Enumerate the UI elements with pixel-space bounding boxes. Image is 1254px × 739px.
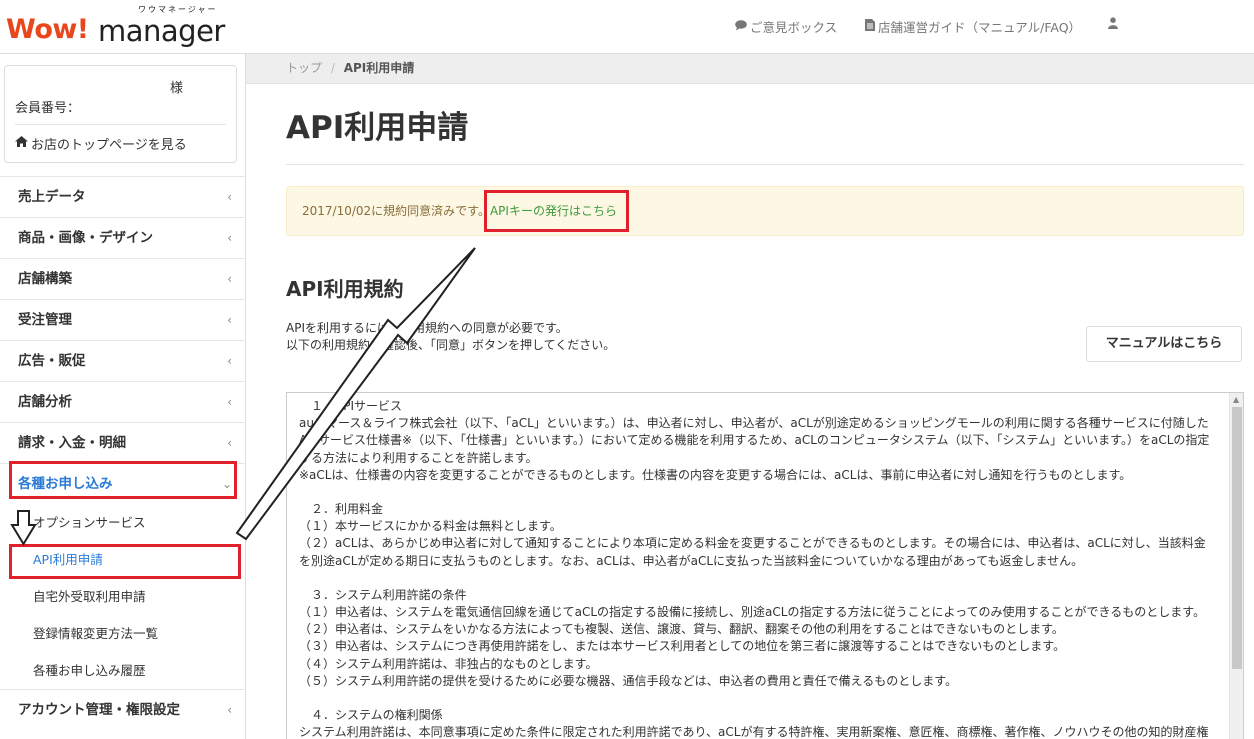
sidebar-item-label: 請求・入金・明細 <box>18 435 126 451</box>
breadcrumb: トップ / API利用申請 <box>246 54 1254 84</box>
scroll-up-arrow-icon[interactable]: ▲ <box>1233 395 1239 404</box>
sidebar-item-analytics[interactable]: 店舗分析 ‹ <box>0 381 246 422</box>
user-icon <box>1108 17 1118 32</box>
breadcrumb-top-link[interactable]: トップ <box>286 61 322 75</box>
terms-intro-line: APIを利用するには、利用規約への同意が必要です。 <box>286 321 568 335</box>
agreement-status-text: 2017/10/02に規約同意済みです。 <box>302 204 490 218</box>
top-header: Wow! ワウマネージャー manager ご意見ボックス 店舗運営ガイド（マニ… <box>0 0 1254 54</box>
chevron-left-icon: ‹ <box>227 436 232 450</box>
sidebar: 様 会員番号： お店のトップページを見る 売上データ ‹ 商品・画像・デザイン … <box>0 54 246 739</box>
chevron-left-icon: ‹ <box>227 190 232 204</box>
terms-paragraph: （５）システム利用許諾の提供を受けるために必要な機器、通信手段などは、申込者の費… <box>299 673 958 688</box>
terms-scrollbar[interactable]: ▲ <box>1229 393 1243 739</box>
chevron-left-icon: ‹ <box>227 703 232 717</box>
terms-intro-line: 以下の利用規約を確認後、「同意」ボタンを押してください。 <box>286 338 616 352</box>
sidebar-item-label: 売上データ <box>18 189 86 205</box>
chevron-left-icon: ‹ <box>227 272 232 286</box>
user-info-panel: 様 会員番号： お店のトップページを見る <box>4 65 237 163</box>
sidebar-item-label: アカウント管理・権限設定 <box>18 702 180 718</box>
terms-paragraph: （４）システム利用許諾は、非独占的なものとします。 <box>299 656 598 671</box>
breadcrumb-separator: / <box>330 61 335 75</box>
terms-gap <box>299 570 1215 587</box>
terms-heading: １．APIサービス <box>311 399 402 413</box>
sidebar-item-ads[interactable]: 広告・販促 ‹ <box>0 340 246 381</box>
highlight-box-applications <box>9 461 237 499</box>
sidebar-item-label: 店舗分析 <box>18 394 72 410</box>
terms-section-title: API利用規約 <box>286 277 404 301</box>
sidebar-item-label: 受注管理 <box>18 312 72 328</box>
submenu-item-label: 自宅外受取利用申請 <box>33 589 146 604</box>
highlight-box-api-application <box>9 544 241 579</box>
chevron-left-icon: ‹ <box>227 313 232 327</box>
terms-gap <box>299 690 1215 707</box>
submenu-item-application-history[interactable]: 各種お申し込み履歴 <box>0 652 246 689</box>
manual-button[interactable]: マニュアルはこちら <box>1086 326 1242 362</box>
page-title: API利用申請 <box>286 110 469 146</box>
store-guide-link[interactable]: 店舗運営ガイド（マニュアル/FAQ） <box>865 17 1081 36</box>
terms-heading: ４．システムの権利関係 <box>311 708 443 723</box>
feedback-box-label: ご意見ボックス <box>750 20 838 35</box>
sidebar-item-products[interactable]: 商品・画像・デザイン ‹ <box>0 217 246 258</box>
agreement-status-alert: 2017/10/02に規約同意済みです。APIキーの発行はこちら <box>286 186 1244 236</box>
chevron-left-icon: ‹ <box>227 395 232 409</box>
comment-icon <box>735 19 747 34</box>
member-number-label: 会員番号： <box>15 101 81 116</box>
home-icon <box>15 136 28 151</box>
user-name-suffix: 様 <box>170 81 184 96</box>
sidebar-item-billing[interactable]: 請求・入金・明細 ‹ <box>0 422 246 463</box>
document-icon <box>865 19 875 34</box>
submenu-item-option-service[interactable]: オプションサービス <box>0 504 246 541</box>
sidebar-item-label: 商品・画像・デザイン <box>18 230 153 246</box>
store-guide-label: 店舗運営ガイド（マニュアル/FAQ） <box>878 20 1082 35</box>
sidebar-item-account-management[interactable]: アカウント管理・権限設定 ‹ <box>0 689 246 730</box>
breadcrumb-current: API利用申請 <box>343 61 415 75</box>
terms-text-box[interactable]: １．APIサービス auコマース＆ライフ株式会社（以下、「aCL」といいます。）… <box>286 392 1244 739</box>
terms-paragraph: システム利用許諾は、本同意事項に定めた条件に限定された利用許諾であり、aCLが有… <box>299 725 1209 739</box>
terms-paragraph: ※aCLは、仕様書の内容を変更することができるものとします。仕様書の内容を変更す… <box>299 467 1132 482</box>
terms-paragraph: （１）本サービスにかかる料金は無料とします。 <box>299 519 562 534</box>
feedback-box-link[interactable]: ご意見ボックス <box>735 17 837 36</box>
terms-paragraph: auコマース＆ライフ株式会社（以下、「aCL」といいます。）は、申込者に対し、申… <box>299 416 1213 465</box>
sidebar-item-label: 広告・販促 <box>18 353 86 369</box>
sidebar-item-label: 店舗構築 <box>18 271 72 287</box>
submenu-item-label: 登録情報変更方法一覧 <box>33 626 159 641</box>
logo-manager: manager <box>98 14 225 48</box>
submenu-item-label: オプションサービス <box>33 515 146 530</box>
store-top-page-label: お店のトップページを見る <box>31 138 187 153</box>
divider <box>286 164 1244 165</box>
main-content: API利用申請 2017/10/02に規約同意済みです。APIキーの発行はこちら… <box>246 84 1254 739</box>
submenu-item-pickup-application[interactable]: 自宅外受取利用申請 <box>0 578 246 615</box>
logo-wow: Wow! <box>6 14 89 45</box>
terms-paragraph: （１）申込者は、システムを電気通信回線を通じてaCLの指定する設備に接続し、別途… <box>299 605 1206 620</box>
terms-intro: APIを利用するには、利用規約への同意が必要です。 以下の利用規約を確認後、「同… <box>286 320 615 354</box>
scrollbar-thumb[interactable] <box>1232 407 1242 669</box>
user-menu-button[interactable] <box>1108 17 1118 32</box>
sidebar-item-orders[interactable]: 受注管理 ‹ <box>0 299 246 340</box>
terms-gap <box>299 484 1215 501</box>
highlight-box-api-key-link <box>484 190 629 232</box>
store-top-page-link[interactable]: お店のトップページを見る <box>15 134 187 153</box>
sidebar-item-store-build[interactable]: 店舗構築 ‹ <box>0 258 246 299</box>
submenu-item-registration-change[interactable]: 登録情報変更方法一覧 <box>0 615 246 652</box>
chevron-left-icon: ‹ <box>227 354 232 368</box>
submenu-item-label: 各種お申し込み履歴 <box>33 663 146 678</box>
terms-paragraph: （２）aCLは、あらかじめ申込者に対して通知することにより本項に定める料金を変更… <box>299 536 1206 568</box>
terms-paragraph: （３）申込者は、システムにつき再使用許諾をし、または本サービス利用者としての地位… <box>299 639 1066 654</box>
terms-heading: ３．システム利用許諾の条件 <box>311 587 467 602</box>
chevron-left-icon: ‹ <box>227 231 232 245</box>
sidebar-item-sales-data[interactable]: 売上データ ‹ <box>0 176 246 217</box>
terms-heading: ２．利用料金 <box>311 502 384 517</box>
terms-paragraph: （２）申込者は、システムをいかなる方法によっても複製、送信、譲渡、貸与、翻訳、翻… <box>299 622 1064 637</box>
divider <box>15 124 226 125</box>
